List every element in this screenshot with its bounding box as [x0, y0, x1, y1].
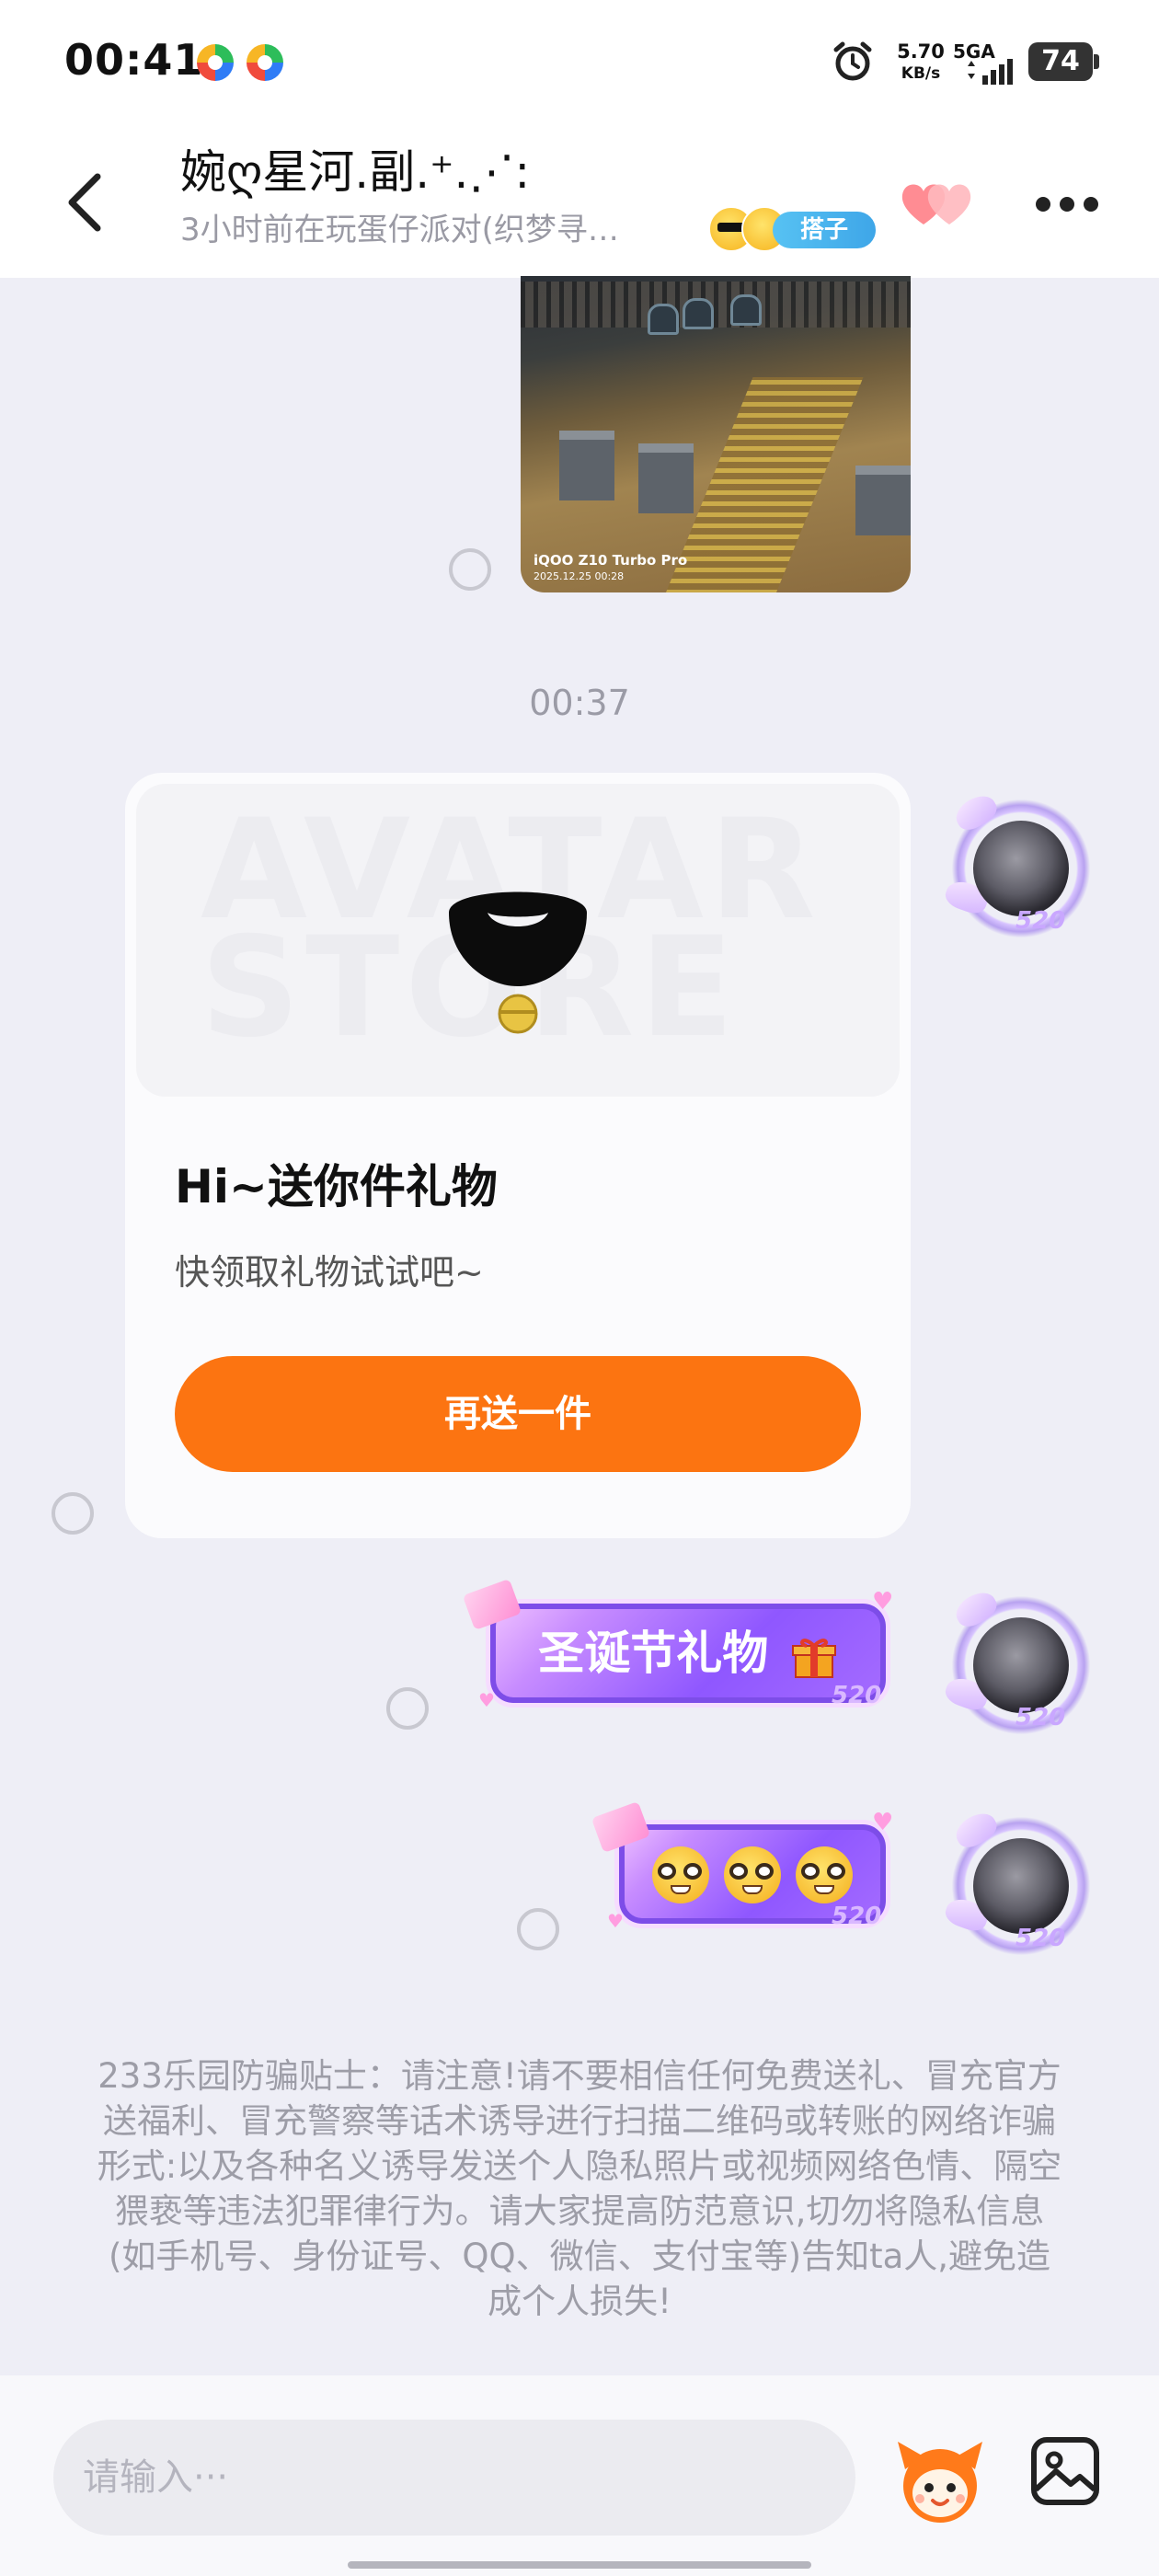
nerd-face-emoji [652, 1846, 709, 1903]
avatar[interactable]: 520 [942, 1807, 1095, 1960]
chat-header: 婉ღ星河.副.⁺.⋰: 3小时前在玩蛋仔派对(织梦寻… 搭子 [0, 129, 1159, 278]
signal-icon [968, 59, 1013, 85]
time-separator: 00:37 [529, 683, 630, 723]
message-input[interactable] [53, 2420, 855, 2536]
send-again-button[interactable]: 再送一件 [175, 1356, 861, 1472]
alarm-icon [833, 41, 872, 81]
contact-status: 3小时前在玩蛋仔派对(织梦寻… [180, 212, 619, 248]
read-status-icon [52, 1492, 94, 1535]
anti-fraud-tip: 233乐园防骗贴士：请注意!请不要相信任何免费送礼、冒充官方送福利、冒充警察等话… [97, 2056, 1062, 2321]
photo-watermark: iQOO Z10 Turbo Pro 2025.12.25 00:28 [534, 552, 687, 585]
tag-badge: 搭子 [773, 212, 876, 248]
home-indicator[interactable] [348, 2561, 811, 2569]
message-text: 圣诞节礼物 [538, 1627, 769, 1680]
network-speed: 5.70 KB/s [889, 40, 953, 85]
more-options-button[interactable] [1034, 186, 1102, 223]
avatar[interactable]: 520 [942, 789, 1095, 942]
photo-message[interactable]: iQOO Z10 Turbo Pro 2025.12.25 00:28 [521, 276, 911, 592]
bubble-badge: 520 [832, 1903, 882, 1930]
avatar[interactable]: 520 [942, 1586, 1095, 1739]
photo-watermark-model: iQOO Z10 Turbo Pro [534, 552, 688, 569]
nerd-face-emoji [796, 1846, 853, 1903]
app-notification-icon [197, 44, 234, 81]
nerd-face-emoji [724, 1846, 781, 1903]
status-bar: 00:41 5.70 KB/s 5GA 74 [0, 0, 1159, 129]
network-speed-value: 5.70 [897, 40, 945, 63]
heart-icon: ♥ [478, 1689, 495, 1711]
app-notification-icon [247, 44, 283, 81]
avatar-badge: 520 [1016, 1925, 1066, 1952]
read-status-icon [449, 548, 491, 591]
gift-icon [791, 1638, 836, 1678]
mascot-emoji-button[interactable] [892, 2432, 988, 2528]
gift-item-icon [449, 891, 587, 1034]
gift-card[interactable]: AVATAR STORE Hi~送你件礼物 快领取礼物试试吧~ 再送一件 [125, 773, 911, 1538]
image-icon[interactable] [1028, 2434, 1102, 2508]
read-status-icon [517, 1908, 559, 1950]
input-bar [0, 2375, 1159, 2576]
heart-icon: ♥ [872, 1588, 894, 1616]
heart-icon: ♥ [872, 1809, 894, 1836]
avatar-badge: 520 [1016, 907, 1066, 935]
gift-title: Hi~送你件礼物 [175, 1160, 498, 1213]
message-bubble[interactable]: 圣诞节礼物 [486, 1599, 890, 1708]
gift-subtitle: 快领取礼物试试吧~ [175, 1252, 484, 1293]
photo-watermark-date: 2025.12.25 00:28 [534, 570, 625, 582]
avatar-badge: 520 [1016, 1704, 1066, 1731]
status-time: 00:41 [64, 35, 204, 85]
bubble-badge: 520 [832, 1682, 882, 1709]
network-speed-unit: KB/s [901, 64, 941, 83]
battery-indicator: 74 [1028, 42, 1099, 81]
contact-name[interactable]: 婉ღ星河.副.⁺.⋰: [180, 140, 530, 204]
back-button[interactable] [55, 166, 120, 239]
heart-icon: ♥ [607, 1910, 624, 1932]
read-status-icon [386, 1687, 429, 1730]
gift-art: AVATAR STORE [136, 784, 900, 1097]
chat-area[interactable]: iQOO Z10 Turbo Pro 2025.12.25 00:28 00:3… [0, 276, 1159, 2375]
hearts-icon[interactable] [898, 173, 981, 232]
